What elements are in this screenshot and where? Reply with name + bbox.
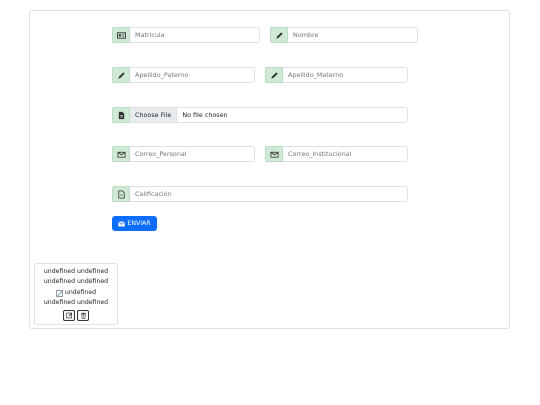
id-card-icon [112,27,130,43]
document-icon [112,186,130,202]
pencil-icon [112,67,130,83]
correo-personal-input[interactable] [130,146,255,162]
correo-institucional-group [265,146,408,162]
delete-button[interactable] [77,309,89,321]
pencil-icon [265,67,283,83]
record-line-1: undefined undefined [43,268,109,275]
record-card: undefined undefined undefined undefined … [34,263,118,325]
file-group: Choose File No file chosen [112,107,408,123]
file-input[interactable]: Choose File No file chosen [130,107,408,123]
apellido-paterno-group [112,67,255,83]
broken-image-icon [55,289,63,297]
trash-icon [80,312,86,319]
file-icon [112,107,130,123]
calificacion-group [112,186,408,202]
record-line-3: undefined undefined [43,299,109,307]
enviar-label: ENVIAR [127,220,151,227]
apellido-paterno-input[interactable] [130,67,255,83]
envelope-icon [265,146,283,162]
matricula-input[interactable] [130,27,260,43]
nombre-group [270,27,418,43]
envelope-icon [118,220,126,226]
envelope-icon [112,146,130,162]
nombre-input[interactable] [288,27,418,43]
record-line-2: undefined undefined [43,278,109,286]
matricula-group [112,27,260,43]
correo-institucional-input[interactable] [283,146,408,162]
record-image: undefined [35,288,117,298]
correo-personal-group [112,146,255,162]
record-image-alt: undefined [64,288,97,296]
file-status: No file chosen [182,111,228,119]
record-actions [35,309,117,321]
enviar-button[interactable]: ENVIAR [112,216,157,231]
pencil-icon [270,27,288,43]
choose-file-button[interactable]: Choose File [130,108,178,122]
apellido-materno-group [265,67,408,83]
edit-icon [65,312,72,318]
calificacion-input[interactable] [130,186,408,202]
edit-button[interactable] [63,309,75,321]
apellido-materno-input[interactable] [283,67,408,83]
